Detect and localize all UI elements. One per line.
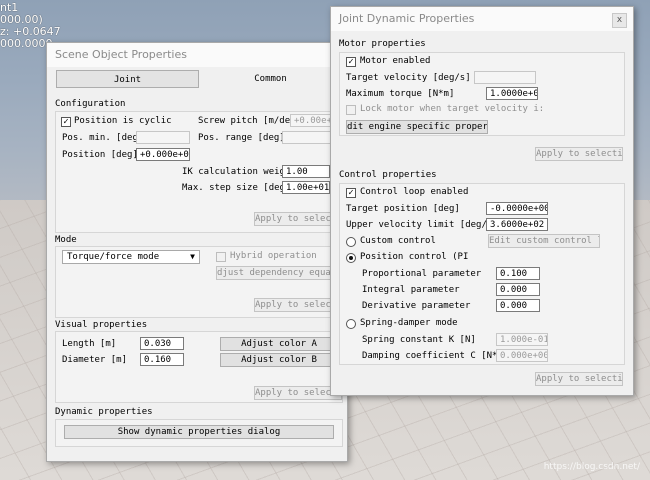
cyclic-label: Position is cyclic [74, 116, 172, 126]
dynamic-heading: Dynamic properties [55, 407, 153, 417]
dynamic-group: Show dynamic properties dialog [55, 419, 343, 447]
configuration-apply-button[interactable]: Apply to selectio [254, 212, 342, 226]
hybrid-checkbox[interactable] [216, 252, 226, 262]
mode-select-value: Torque/force mode [67, 252, 160, 262]
spring-damper-label: Spring-damper mode [360, 318, 458, 328]
adjust-dependency-button[interactable]: djust dependency equatio [216, 266, 338, 280]
adjust-color-a-button[interactable]: Adjust color A [220, 337, 338, 351]
window-title: Scene Object Properties [47, 43, 347, 67]
upper-velocity-label: Upper velocity limit [deg/s] [346, 220, 498, 230]
diameter-field[interactable]: 0.160 [140, 353, 184, 366]
derivative-field[interactable]: 0.000 [496, 299, 540, 312]
visual-group: Length [m] 0.030 Adjust color A Diameter… [55, 331, 343, 403]
show-dynamic-dialog-button[interactable]: Show dynamic properties dialog [64, 425, 334, 439]
edit-engine-properties-button[interactable]: dit engine specific propertie: [346, 120, 488, 134]
control-group: ✓ Control loop enabled Target position [… [339, 183, 625, 365]
edit-custom-control-button[interactable]: Edit custom control loop [488, 234, 600, 248]
chevron-down-icon: ▼ [190, 252, 195, 261]
max-step-label: Max. step size [deg] [182, 183, 291, 193]
spring-damper-radio[interactable] [346, 319, 356, 329]
max-step-field[interactable]: 1.00e+01 [282, 181, 330, 194]
lock-motor-checkbox[interactable] [346, 105, 356, 115]
spring-constant-field[interactable]: 1.000e-01 [496, 333, 548, 346]
upper-velocity-field[interactable]: 3.6000e+02 [486, 218, 548, 231]
visual-apply-button[interactable]: Apply to selectio [254, 386, 342, 400]
diameter-label: Diameter [m] [62, 355, 128, 365]
damping-coefficient-label: Damping coefficient C [N*s] [362, 351, 509, 361]
control-loop-checkbox[interactable]: ✓ [346, 188, 356, 198]
position-control-label: Position control (PI [360, 252, 469, 262]
mode-select[interactable]: Torque/force mode ▼ [62, 250, 200, 264]
target-position-field[interactable]: -0.0000e+00 [486, 202, 548, 215]
motor-group: ✓ Motor enabled Target velocity [deg/s] … [339, 52, 625, 136]
length-field[interactable]: 0.030 [140, 337, 184, 350]
pos-range-label: Pos. range [deg] [198, 133, 285, 143]
control-loop-label: Control loop enabled [360, 187, 469, 197]
scene-object-properties-window: Scene Object Properties Joint Common Con… [46, 42, 348, 462]
mode-apply-button[interactable]: Apply to selectio [254, 298, 342, 312]
position-label: Position [deg] [62, 150, 138, 160]
integral-field[interactable]: 0.000 [496, 283, 540, 296]
derivative-label: Derivative parameter [362, 301, 471, 311]
joint-dynamic-properties-window: Joint Dynamic Properties x Motor propert… [330, 6, 634, 396]
proportional-label: Proportional parameter [362, 269, 482, 279]
position-control-radio[interactable] [346, 253, 356, 263]
configuration-group: ✓ Position is cyclic Screw pitch [m/deg]… [55, 111, 343, 233]
hybrid-label: Hybrid operation [230, 251, 317, 261]
max-torque-label: Maximum torque [N*m] [346, 89, 455, 99]
length-label: Length [m] [62, 339, 117, 349]
control-heading: Control properties [339, 170, 437, 180]
target-velocity-label: Target velocity [deg/s] [346, 73, 471, 83]
control-apply-button[interactable]: Apply to selection [535, 372, 623, 386]
motor-heading: Motor properties [339, 39, 426, 49]
visual-heading: Visual properties [55, 320, 148, 330]
close-icon[interactable]: x [612, 13, 627, 28]
pos-min-field[interactable] [136, 131, 190, 144]
custom-control-radio[interactable] [346, 237, 356, 247]
integral-label: Integral parameter [362, 285, 460, 295]
mode-group: Torque/force mode ▼ Hybrid operation dju… [55, 246, 343, 318]
motor-enabled-label: Motor enabled [360, 56, 431, 66]
lock-motor-label: Lock motor when target velocity i: [360, 104, 545, 114]
custom-control-label: Custom control [360, 236, 436, 246]
proportional-field[interactable]: 0.100 [496, 267, 540, 280]
motor-enabled-checkbox[interactable]: ✓ [346, 57, 356, 67]
tab-common[interactable]: Common [199, 70, 342, 88]
target-position-label: Target position [deg] [346, 204, 460, 214]
adjust-color-b-button[interactable]: Adjust color B [220, 353, 338, 367]
position-field[interactable]: +0.000e+00 [136, 148, 190, 161]
ik-weight-label: IK calculation weigh [182, 167, 291, 177]
window-title: Joint Dynamic Properties [331, 7, 633, 31]
damping-coefficient-field[interactable]: 0.000e+00 [496, 349, 548, 362]
target-velocity-field[interactable] [474, 71, 536, 84]
watermark: https://blog.csdn.net/ [543, 462, 640, 472]
cyclic-checkbox[interactable]: ✓ [61, 117, 71, 127]
max-torque-field[interactable]: 1.0000e+03 [486, 87, 538, 100]
ik-weight-field[interactable]: 1.00 [282, 165, 330, 178]
motor-apply-button[interactable]: Apply to selection [535, 147, 623, 161]
screw-pitch-label: Screw pitch [m/deg] [198, 116, 301, 126]
tab-joint[interactable]: Joint [56, 70, 199, 88]
pos-min-label: Pos. min. [deg] [62, 133, 144, 143]
spring-constant-label: Spring constant K [N] [362, 335, 476, 345]
mode-heading: Mode [55, 235, 77, 245]
configuration-heading: Configuration [55, 99, 126, 109]
